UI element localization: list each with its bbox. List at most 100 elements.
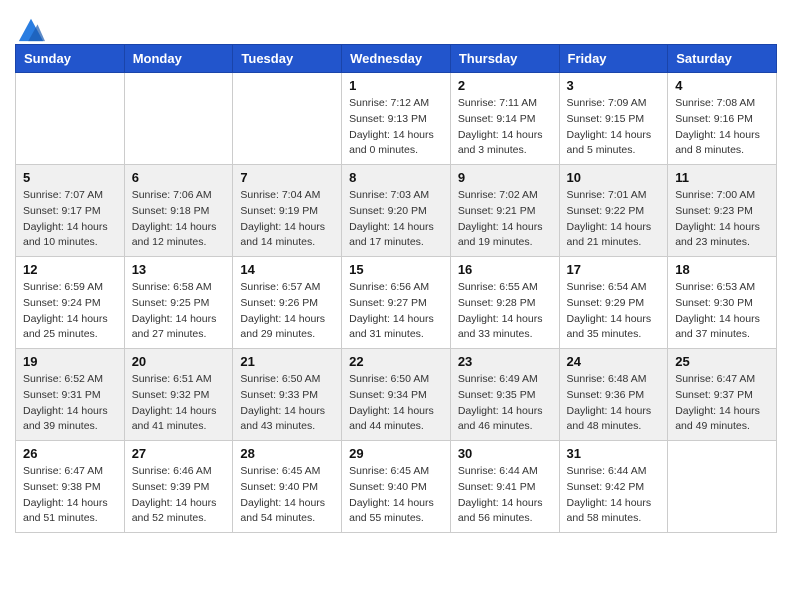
day-number: 29 bbox=[349, 446, 443, 461]
day-info: Sunrise: 6:56 AMSunset: 9:27 PMDaylight:… bbox=[349, 280, 443, 343]
day-info: Sunrise: 6:59 AMSunset: 9:24 PMDaylight:… bbox=[23, 280, 117, 343]
calendar-cell: 20 Sunrise: 6:51 AMSunset: 9:32 PMDayligh… bbox=[124, 349, 233, 441]
day-info: Sunrise: 6:50 AMSunset: 9:34 PMDaylight:… bbox=[349, 372, 443, 435]
day-info: Sunrise: 7:06 AMSunset: 9:18 PMDaylight:… bbox=[132, 188, 226, 251]
day-info: Sunrise: 7:07 AMSunset: 9:17 PMDaylight:… bbox=[23, 188, 117, 251]
day-info: Sunrise: 6:53 AMSunset: 9:30 PMDaylight:… bbox=[675, 280, 769, 343]
day-number: 22 bbox=[349, 354, 443, 369]
day-info: Sunrise: 7:11 AMSunset: 9:14 PMDaylight:… bbox=[458, 96, 552, 159]
weekday-header-friday: Friday bbox=[559, 45, 668, 73]
calendar-cell: 7 Sunrise: 7:04 AMSunset: 9:19 PMDaylight… bbox=[233, 165, 342, 257]
calendar-cell: 12 Sunrise: 6:59 AMSunset: 9:24 PMDayligh… bbox=[16, 257, 125, 349]
calendar-cell: 11 Sunrise: 7:00 AMSunset: 9:23 PMDayligh… bbox=[668, 165, 777, 257]
calendar-week-row: 1Sunrise: 7:12 AMSunset: 9:13 PMDaylight… bbox=[16, 73, 777, 165]
day-info: Sunrise: 6:48 AMSunset: 9:36 PMDaylight:… bbox=[567, 372, 661, 435]
day-info: Sunrise: 7:04 AMSunset: 9:19 PMDaylight:… bbox=[240, 188, 334, 251]
calendar-cell: 2Sunrise: 7:11 AMSunset: 9:14 PMDaylight… bbox=[450, 73, 559, 165]
calendar-cell: 19Sunrise: 6:52 AMSunset: 9:31 PMDayligh… bbox=[16, 349, 125, 441]
day-number: 5 bbox=[23, 170, 117, 185]
day-number: 16 bbox=[458, 262, 552, 277]
day-info: Sunrise: 6:47 AMSunset: 9:37 PMDaylight:… bbox=[675, 372, 769, 435]
day-info: Sunrise: 6:57 AMSunset: 9:26 PMDaylight:… bbox=[240, 280, 334, 343]
calendar-cell: 25 Sunrise: 6:47 AMSunset: 9:37 PMDayligh… bbox=[668, 349, 777, 441]
day-number: 17 bbox=[567, 262, 661, 277]
calendar-table: SundayMondayTuesdayWednesdayThursdayFrid… bbox=[15, 44, 777, 533]
day-info: Sunrise: 6:55 AMSunset: 9:28 PMDaylight:… bbox=[458, 280, 552, 343]
day-info: Sunrise: 6:45 AMSunset: 9:40 PMDaylight:… bbox=[240, 464, 334, 527]
day-number: 11 bbox=[675, 170, 769, 185]
day-info: Sunrise: 7:09 AMSunset: 9:15 PMDaylight:… bbox=[567, 96, 661, 159]
day-number: 26 bbox=[23, 446, 117, 461]
day-number: 30 bbox=[458, 446, 552, 461]
day-info: Sunrise: 7:08 AMSunset: 9:16 PMDaylight:… bbox=[675, 96, 769, 159]
weekday-header-monday: Monday bbox=[124, 45, 233, 73]
calendar-cell: 29Sunrise: 6:45 AMSunset: 9:40 PMDayligh… bbox=[342, 441, 451, 533]
day-info: Sunrise: 6:44 AMSunset: 9:41 PMDaylight:… bbox=[458, 464, 552, 527]
calendar-cell: 3Sunrise: 7:09 AMSunset: 9:15 PMDaylight… bbox=[559, 73, 668, 165]
day-info: Sunrise: 6:44 AMSunset: 9:42 PMDaylight:… bbox=[567, 464, 661, 527]
weekday-header-thursday: Thursday bbox=[450, 45, 559, 73]
day-info: Sunrise: 6:49 AMSunset: 9:35 PMDaylight:… bbox=[458, 372, 552, 435]
calendar-cell: 10 Sunrise: 7:01 AMSunset: 9:22 PMDayligh… bbox=[559, 165, 668, 257]
calendar-cell: 4 Sunrise: 7:08 AMSunset: 9:16 PMDaylight… bbox=[668, 73, 777, 165]
calendar-cell: 30 Sunrise: 6:44 AMSunset: 9:41 PMDayligh… bbox=[450, 441, 559, 533]
day-number: 10 bbox=[567, 170, 661, 185]
calendar-cell: 18 Sunrise: 6:53 AMSunset: 9:30 PMDayligh… bbox=[668, 257, 777, 349]
calendar-cell: 14Sunrise: 6:57 AMSunset: 9:26 PMDayligh… bbox=[233, 257, 342, 349]
day-number: 13 bbox=[132, 262, 226, 277]
day-number: 24 bbox=[567, 354, 661, 369]
day-number: 21 bbox=[240, 354, 334, 369]
calendar-cell: 17 Sunrise: 6:54 AMSunset: 9:29 PMDayligh… bbox=[559, 257, 668, 349]
weekday-header-saturday: Saturday bbox=[668, 45, 777, 73]
day-number: 12 bbox=[23, 262, 117, 277]
calendar-cell: 15 Sunrise: 6:56 AMSunset: 9:27 PMDayligh… bbox=[342, 257, 451, 349]
day-number: 31 bbox=[567, 446, 661, 461]
day-number: 25 bbox=[675, 354, 769, 369]
day-info: Sunrise: 7:01 AMSunset: 9:22 PMDaylight:… bbox=[567, 188, 661, 251]
day-number: 7 bbox=[240, 170, 334, 185]
calendar-cell: 23 Sunrise: 6:49 AMSunset: 9:35 PMDayligh… bbox=[450, 349, 559, 441]
day-info: Sunrise: 7:03 AMSunset: 9:20 PMDaylight:… bbox=[349, 188, 443, 251]
day-number: 28 bbox=[240, 446, 334, 461]
calendar-cell: 16 Sunrise: 6:55 AMSunset: 9:28 PMDayligh… bbox=[450, 257, 559, 349]
calendar-cell: 31 Sunrise: 6:44 AMSunset: 9:42 PMDayligh… bbox=[559, 441, 668, 533]
calendar-cell: 1Sunrise: 7:12 AMSunset: 9:13 PMDaylight… bbox=[342, 73, 451, 165]
day-number: 6 bbox=[132, 170, 226, 185]
day-info: Sunrise: 7:12 AMSunset: 9:13 PMDaylight:… bbox=[349, 96, 443, 159]
calendar-cell bbox=[233, 73, 342, 165]
day-number: 18 bbox=[675, 262, 769, 277]
day-info: Sunrise: 6:47 AMSunset: 9:38 PMDaylight:… bbox=[23, 464, 117, 527]
weekday-header-wednesday: Wednesday bbox=[342, 45, 451, 73]
day-info: Sunrise: 6:54 AMSunset: 9:29 PMDaylight:… bbox=[567, 280, 661, 343]
day-info: Sunrise: 6:51 AMSunset: 9:32 PMDaylight:… bbox=[132, 372, 226, 435]
day-number: 19 bbox=[23, 354, 117, 369]
calendar-week-row: 5 Sunrise: 7:07 AMSunset: 9:17 PMDaylight… bbox=[16, 165, 777, 257]
logo bbox=[15, 15, 45, 39]
day-number: 15 bbox=[349, 262, 443, 277]
day-info: Sunrise: 7:00 AMSunset: 9:23 PMDaylight:… bbox=[675, 188, 769, 251]
day-info: Sunrise: 7:02 AMSunset: 9:21 PMDaylight:… bbox=[458, 188, 552, 251]
day-number: 9 bbox=[458, 170, 552, 185]
calendar-cell bbox=[124, 73, 233, 165]
calendar-cell: 6 Sunrise: 7:06 AMSunset: 9:18 PMDaylight… bbox=[124, 165, 233, 257]
calendar-week-row: 12 Sunrise: 6:59 AMSunset: 9:24 PMDayligh… bbox=[16, 257, 777, 349]
calendar-cell: 13 Sunrise: 6:58 AMSunset: 9:25 PMDayligh… bbox=[124, 257, 233, 349]
page: SundayMondayTuesdayWednesdayThursdayFrid… bbox=[0, 0, 792, 548]
day-number: 4 bbox=[675, 78, 769, 93]
day-info: Sunrise: 6:58 AMSunset: 9:25 PMDaylight:… bbox=[132, 280, 226, 343]
calendar-cell: 27Sunrise: 6:46 AMSunset: 9:39 PMDayligh… bbox=[124, 441, 233, 533]
weekday-header-row: SundayMondayTuesdayWednesdayThursdayFrid… bbox=[16, 45, 777, 73]
day-number: 23 bbox=[458, 354, 552, 369]
calendar-cell: 9 Sunrise: 7:02 AMSunset: 9:21 PMDaylight… bbox=[450, 165, 559, 257]
calendar-cell: 26 Sunrise: 6:47 AMSunset: 9:38 PMDayligh… bbox=[16, 441, 125, 533]
day-number: 20 bbox=[132, 354, 226, 369]
page-header bbox=[15, 10, 777, 39]
calendar-cell: 28 Sunrise: 6:45 AMSunset: 9:40 PMDayligh… bbox=[233, 441, 342, 533]
day-number: 8 bbox=[349, 170, 443, 185]
weekday-header-tuesday: Tuesday bbox=[233, 45, 342, 73]
calendar-week-row: 26 Sunrise: 6:47 AMSunset: 9:38 PMDayligh… bbox=[16, 441, 777, 533]
day-info: Sunrise: 6:50 AMSunset: 9:33 PMDaylight:… bbox=[240, 372, 334, 435]
calendar-cell bbox=[668, 441, 777, 533]
day-info: Sunrise: 6:46 AMSunset: 9:39 PMDaylight:… bbox=[132, 464, 226, 527]
calendar-week-row: 19Sunrise: 6:52 AMSunset: 9:31 PMDayligh… bbox=[16, 349, 777, 441]
